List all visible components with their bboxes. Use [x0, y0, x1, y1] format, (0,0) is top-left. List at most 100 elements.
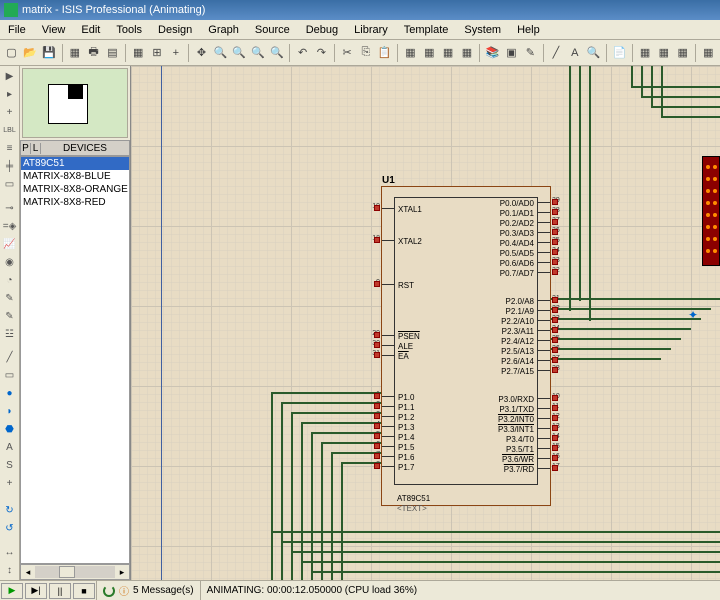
save-icon[interactable]: 💾 [41, 43, 58, 63]
redo-icon[interactable]: ↷ [313, 43, 330, 63]
pin-pad[interactable] [552, 347, 558, 353]
paste-icon[interactable]: 📋 [376, 43, 393, 63]
schematic-canvas[interactable]: U1 AT89C51 <TEXT> 19XTAL118XTAL29RST29PS… [130, 66, 720, 580]
circle-icon[interactable]: ● [2, 386, 18, 402]
menu-debug[interactable]: Debug [298, 22, 346, 38]
pin-pad[interactable] [374, 423, 380, 429]
zoom-area-icon[interactable]: 🔍 [268, 43, 285, 63]
scroll-left-icon[interactable]: ◂ [21, 567, 35, 578]
menu-template[interactable]: Template [396, 22, 457, 38]
device-item[interactable]: MATRIX-8X8-BLUE [21, 170, 129, 183]
step-button[interactable]: ▶| [25, 583, 47, 599]
pin-pad[interactable] [552, 455, 558, 461]
new-icon[interactable]: ▢ [3, 43, 20, 63]
box-icon[interactable]: ▭ [2, 368, 18, 384]
generator-icon[interactable]: ◔ [2, 273, 18, 289]
menu-help[interactable]: Help [509, 22, 548, 38]
rotate-cw-icon[interactable]: ↻ [2, 503, 18, 519]
subcircuit-icon[interactable]: ▭ [2, 177, 18, 193]
pin-pad[interactable] [374, 403, 380, 409]
p-button[interactable]: P [21, 143, 31, 154]
label-icon[interactable]: LBL [2, 123, 18, 139]
menu-tools[interactable]: Tools [108, 22, 150, 38]
pin-pad[interactable] [374, 393, 380, 399]
text-script-icon[interactable]: ≡ [2, 141, 18, 157]
pin-pad[interactable] [374, 342, 380, 348]
pin-pad[interactable] [552, 327, 558, 333]
pin-pad[interactable] [552, 465, 558, 471]
pin-pad[interactable] [552, 395, 558, 401]
l-button[interactable]: L [31, 143, 41, 154]
pin-pad[interactable] [552, 307, 558, 313]
pin-pad[interactable] [552, 435, 558, 441]
overview-window[interactable] [22, 68, 128, 138]
menu-source[interactable]: Source [247, 22, 298, 38]
graph-icon[interactable]: 📈 [2, 237, 18, 253]
path-icon[interactable]: ⬣ [2, 422, 18, 438]
pan-icon[interactable]: ✥ [193, 43, 210, 63]
pin-pad[interactable] [552, 259, 558, 265]
arc-icon[interactable]: ◗ [2, 404, 18, 420]
junction-icon[interactable]: + [2, 105, 18, 121]
probe-i-icon[interactable]: ✎ [2, 309, 18, 325]
zoom-in-icon[interactable]: 🔍 [212, 43, 229, 63]
bom-icon[interactable]: ▦ [674, 43, 691, 63]
marker-icon[interactable]: + [2, 476, 18, 492]
select-icon[interactable]: ▶ [2, 69, 18, 85]
pin-pad[interactable] [552, 297, 558, 303]
symbol-icon[interactable]: S [2, 458, 18, 474]
component-icon[interactable]: ▸ [2, 87, 18, 103]
bus-icon[interactable]: ╪ [2, 159, 18, 175]
pin-pad[interactable] [552, 317, 558, 323]
stop-button[interactable]: ■ [73, 583, 95, 599]
text-icon[interactable]: A [566, 43, 583, 63]
pin-pad[interactable] [552, 199, 558, 205]
grid-icon[interactable]: ⊞ [149, 43, 166, 63]
block-copy-icon[interactable]: ▦ [402, 43, 419, 63]
menu-library[interactable]: Library [346, 22, 396, 38]
package-icon[interactable]: ▣ [503, 43, 520, 63]
print-icon[interactable]: 🖶 [85, 43, 102, 63]
line-icon[interactable]: ╱ [2, 350, 18, 366]
tape-icon[interactable]: ◉ [2, 255, 18, 271]
decompose-icon[interactable]: ✎ [522, 43, 539, 63]
mirror-h-icon[interactable]: ↔ [2, 545, 18, 561]
chip-u1[interactable]: U1 AT89C51 <TEXT> 19XTAL118XTAL29RST29PS… [381, 186, 551, 506]
pin-pad[interactable] [374, 433, 380, 439]
panel-scrollbar[interactable]: ◂ ▸ [20, 564, 130, 580]
print-area-icon[interactable]: ▦ [66, 43, 83, 63]
pin-pad[interactable] [374, 237, 380, 243]
text-2d-icon[interactable]: A [2, 440, 18, 456]
copy-icon[interactable]: ⎘ [357, 43, 374, 63]
refresh-icon[interactable]: ▦ [130, 43, 147, 63]
play-button[interactable]: ▶ [1, 583, 23, 599]
pin-pad[interactable] [552, 367, 558, 373]
erc-icon[interactable]: ▦ [655, 43, 672, 63]
menu-file[interactable]: File [0, 22, 34, 38]
mirror-v-icon[interactable]: ↕ [2, 563, 18, 579]
pin-pad[interactable] [552, 357, 558, 363]
search-icon[interactable]: 🔍 [585, 43, 602, 63]
report-icon[interactable]: 📄 [611, 43, 628, 63]
open-icon[interactable]: 📂 [22, 43, 39, 63]
menu-design[interactable]: Design [150, 22, 200, 38]
pin-pad[interactable] [374, 443, 380, 449]
pin-pad[interactable] [374, 413, 380, 419]
pin-pad[interactable] [374, 453, 380, 459]
library-icon[interactable]: 📚 [484, 43, 501, 63]
zoom-out-icon[interactable]: 🔍 [231, 43, 248, 63]
device-item[interactable]: MATRIX-8X8-ORANGE [21, 183, 129, 196]
menu-view[interactable]: View [34, 22, 74, 38]
scroll-thumb[interactable] [59, 566, 75, 578]
scroll-right-icon[interactable]: ▸ [115, 567, 129, 578]
pin-pad[interactable] [374, 352, 380, 358]
zoom-fit-icon[interactable]: 🔍 [250, 43, 267, 63]
pin-pad[interactable] [552, 249, 558, 255]
messages-panel[interactable]: ⓘ 5 Message(s) [96, 581, 200, 600]
pin-pad[interactable] [552, 269, 558, 275]
pin-pad[interactable] [552, 337, 558, 343]
page-icon[interactable]: ▤ [104, 43, 121, 63]
scroll-track[interactable] [35, 566, 115, 578]
pin-pad[interactable] [374, 205, 380, 211]
netlist-icon[interactable]: ▦ [637, 43, 654, 63]
